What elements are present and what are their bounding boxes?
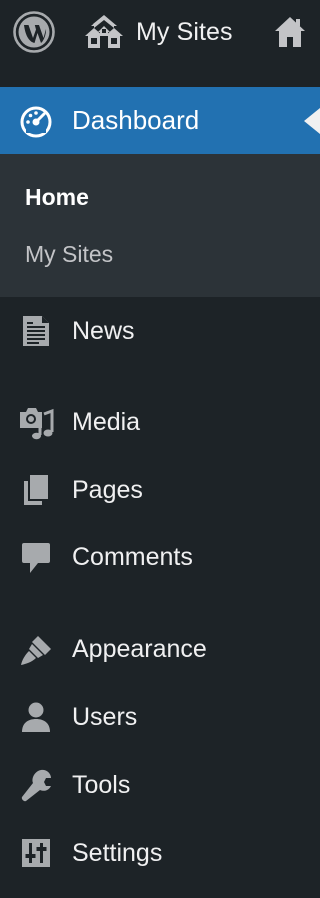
- menu-item-media[interactable]: Media: [0, 392, 320, 452]
- menu-item-label: Settings: [72, 839, 163, 867]
- my-sites-icon: [85, 15, 123, 48]
- menu-item-label: Comments: [72, 543, 193, 571]
- dashboard-icon: [20, 106, 52, 138]
- home-icon[interactable]: [272, 14, 308, 50]
- menu-item-label: Appearance: [72, 635, 207, 663]
- menu-item-label: News: [72, 317, 135, 345]
- submenu-item-home[interactable]: Home: [25, 182, 89, 212]
- tools-icon: [21, 769, 51, 802]
- admin-bar: My Sites: [0, 0, 320, 64]
- menu-item-label: Pages: [72, 476, 143, 504]
- news-icon: [23, 316, 49, 346]
- current-menu-arrow: [304, 108, 320, 134]
- menu-item-users[interactable]: Users: [0, 687, 320, 747]
- menu-spacer: [0, 64, 320, 87]
- submenu-item-my-sites[interactable]: My Sites: [25, 239, 113, 269]
- menu-item-label: Tools: [72, 771, 131, 799]
- comments-icon: [22, 543, 50, 573]
- menu-item-appearance[interactable]: Appearance: [0, 619, 320, 679]
- menu-item-dashboard[interactable]: Dashboard: [0, 87, 320, 154]
- dashboard-submenu: Home My Sites: [0, 154, 320, 297]
- settings-icon: [22, 839, 50, 867]
- media-icon: [20, 408, 54, 440]
- menu-item-label: Media: [72, 408, 141, 436]
- appearance-icon: [21, 636, 51, 665]
- menu-item-label: Users: [72, 703, 138, 731]
- menu-item-comments[interactable]: Comments: [0, 527, 320, 587]
- menu-item-tools[interactable]: Tools: [0, 755, 320, 815]
- wordpress-logo-icon[interactable]: [13, 11, 55, 53]
- menu-item-settings[interactable]: Settings: [0, 823, 320, 883]
- admin-sidebar-menu: Dashboard Home My Sites: [0, 64, 320, 297]
- my-sites-label: My Sites: [136, 17, 233, 46]
- pages-icon: [24, 475, 48, 505]
- menu-item-news[interactable]: News: [0, 301, 320, 361]
- menu-item-pages[interactable]: Pages: [0, 460, 320, 520]
- menu-item-label: Dashboard: [72, 105, 200, 135]
- my-sites-menu[interactable]: My Sites: [82, 10, 233, 54]
- users-icon: [22, 702, 50, 732]
